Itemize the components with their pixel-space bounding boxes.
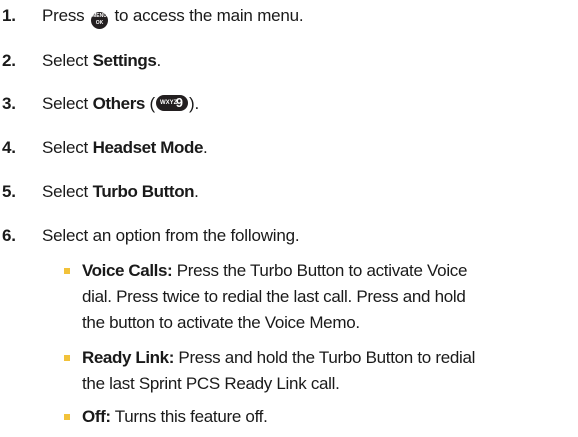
step-text: Select an option from the following. xyxy=(42,226,300,245)
option-label: Voice Calls: xyxy=(82,261,173,280)
menu-ok-key-icon: MENU OK xyxy=(91,12,108,29)
instruction-page: 1. Press MENU OK to access the main menu… xyxy=(2,6,476,426)
bullet-icon xyxy=(64,355,70,361)
step-text: Press xyxy=(42,6,85,25)
step-text: to access the main menu. xyxy=(114,6,304,25)
option-label: Off: xyxy=(82,407,111,426)
step-text: Select xyxy=(42,182,89,201)
bullet-icon xyxy=(64,268,70,274)
step-text: Select xyxy=(42,94,89,113)
step-number: 3. xyxy=(2,94,16,113)
step-number: 4. xyxy=(2,138,16,157)
key-9-icon: WXYZ 9 xyxy=(156,95,188,111)
step-number: 5. xyxy=(2,182,16,201)
step-number: 6. xyxy=(2,226,16,245)
menu-item-settings: Settings xyxy=(92,51,157,70)
step-number: 1. xyxy=(2,6,16,25)
step-text: Select xyxy=(42,138,89,157)
menu-item-turbo-button: Turbo Button xyxy=(92,182,195,201)
bullet-icon xyxy=(64,414,70,420)
step-number: 2. xyxy=(2,51,16,70)
menu-item-headset-mode: Headset Mode xyxy=(92,138,204,157)
menu-item-others: Others xyxy=(92,94,146,113)
option-label: Ready Link: xyxy=(82,348,174,367)
step-text: Select xyxy=(42,51,89,70)
